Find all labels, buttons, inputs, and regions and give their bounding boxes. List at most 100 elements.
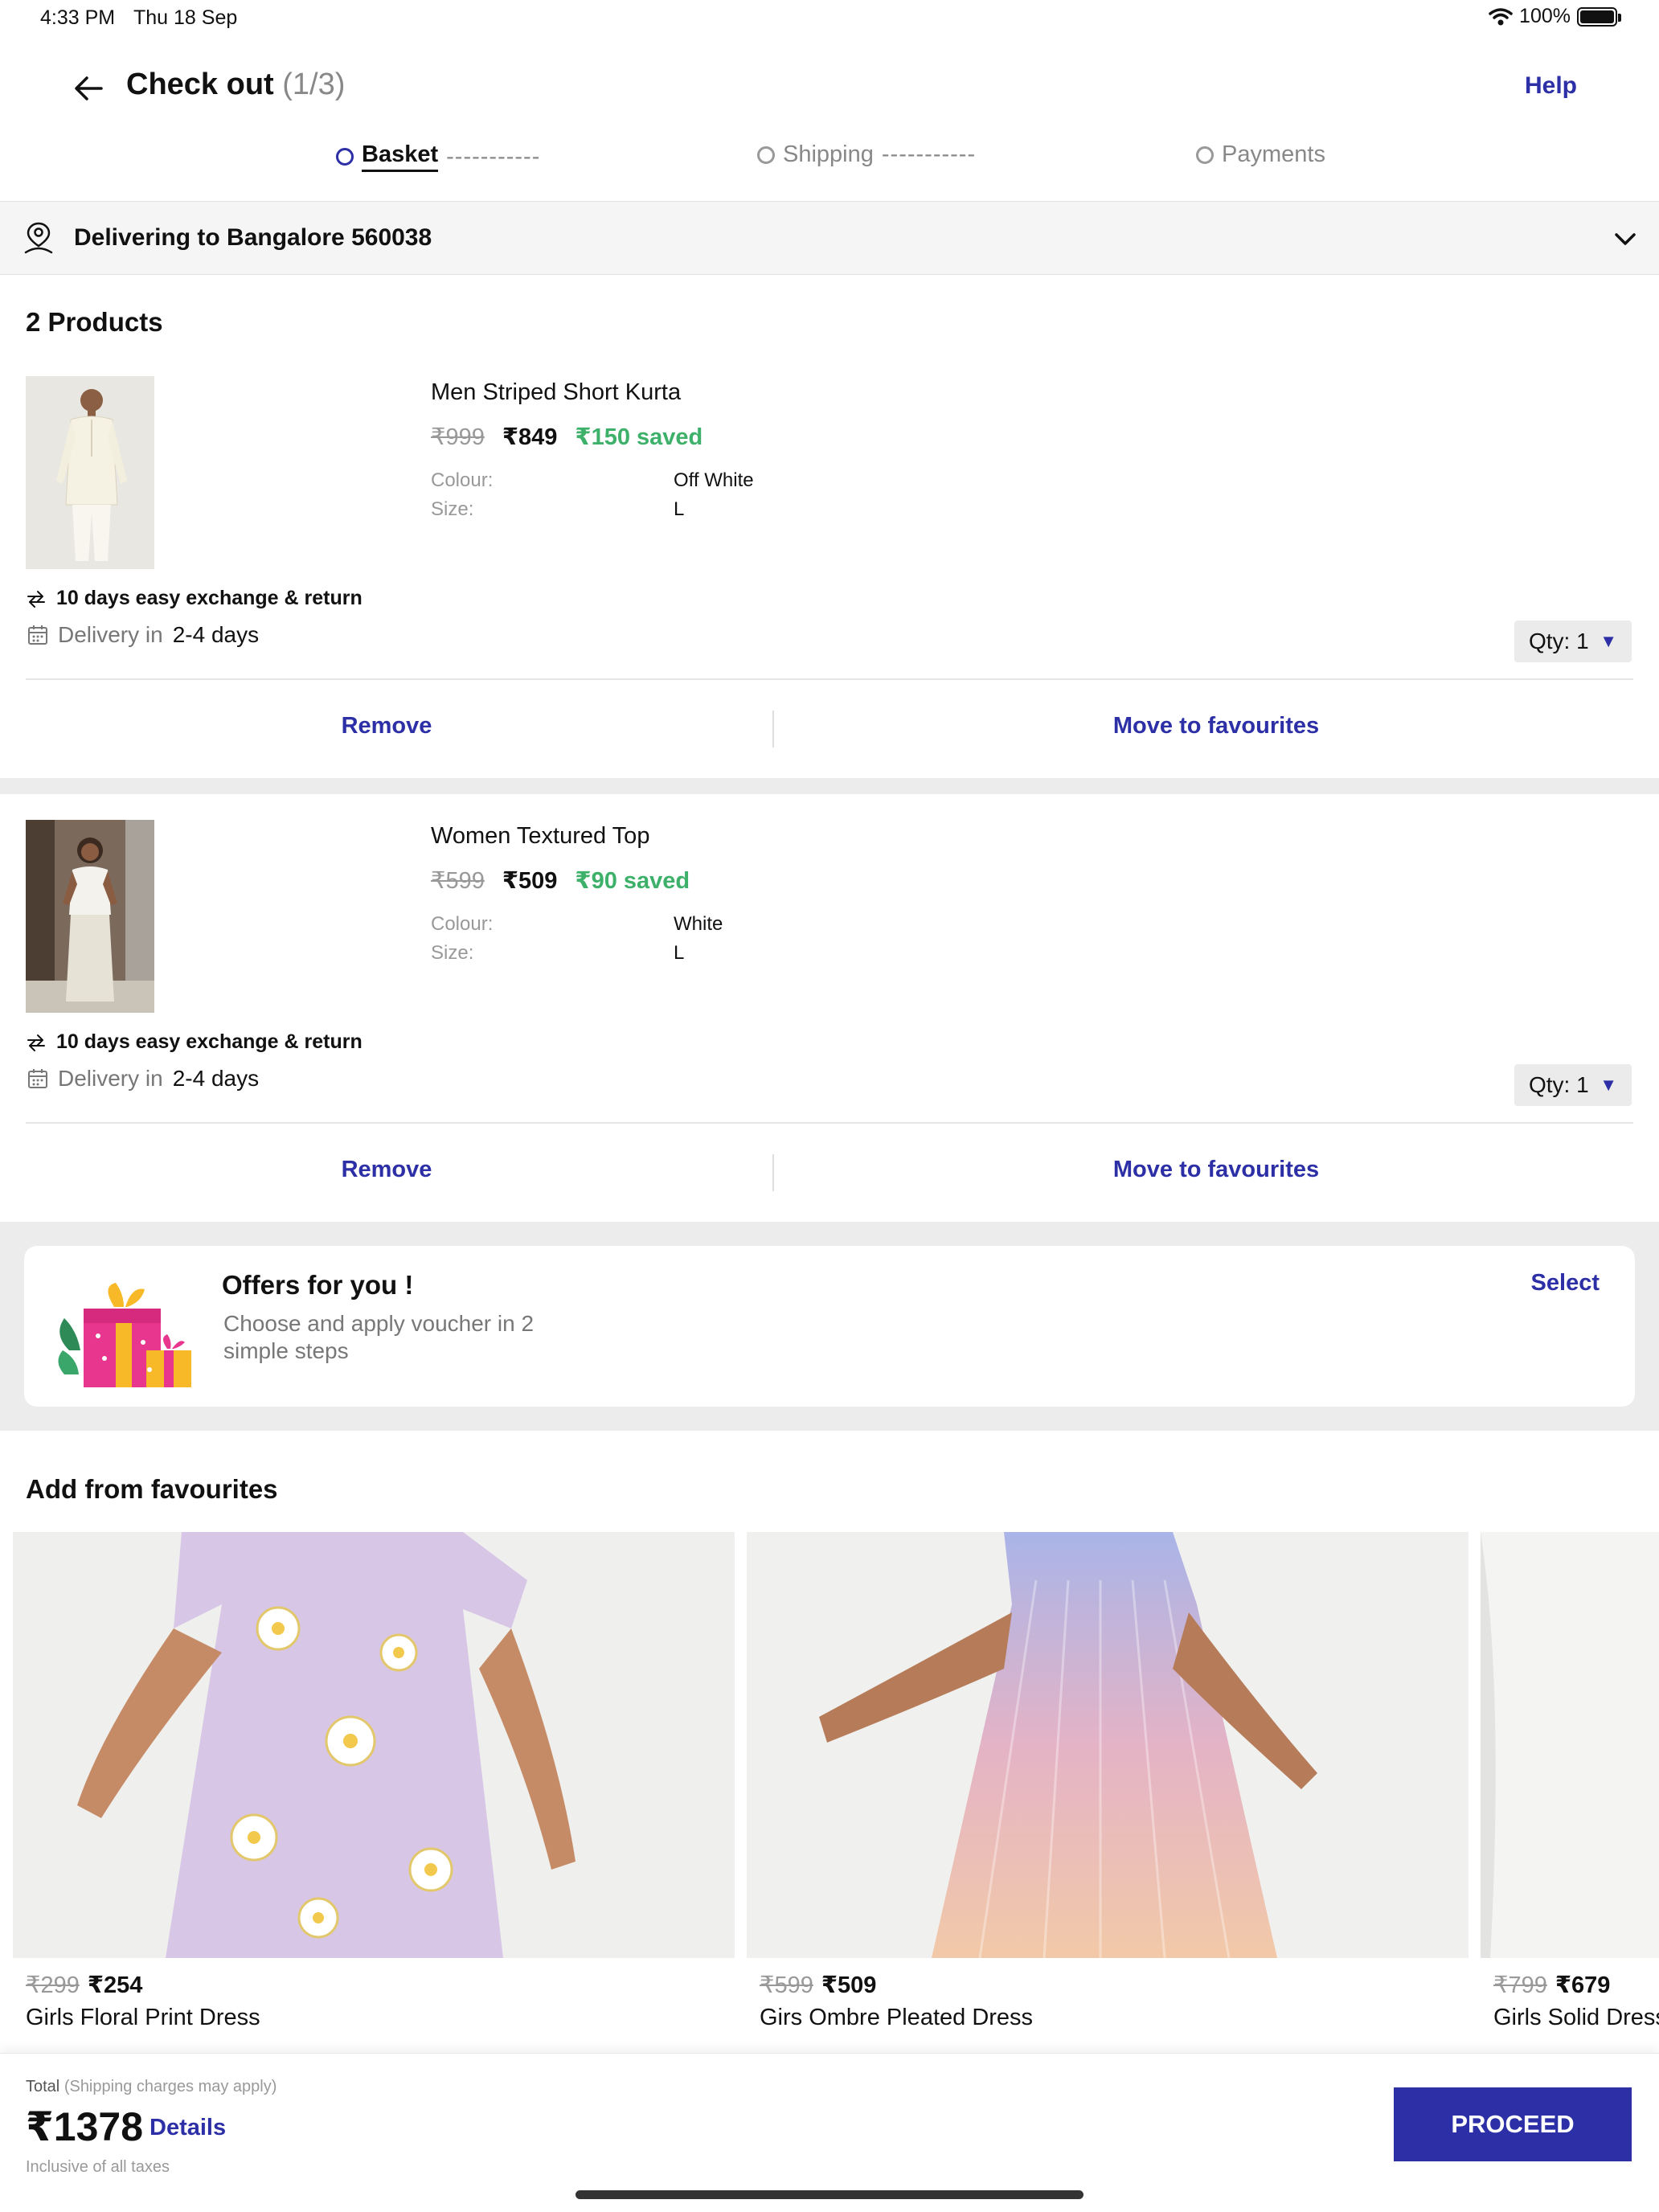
- price-original: ₹299: [26, 1972, 80, 1998]
- favourite-product-card[interactable]: ₹599 ₹509 Girs Ombre Pleated Dress: [747, 1532, 1469, 2030]
- basket-item: Men Striped Short Kurta ₹999 ₹849 ₹150 s…: [0, 376, 1659, 794]
- price-original: ₹799: [1493, 1972, 1547, 1998]
- price-current: ₹849: [502, 424, 558, 450]
- step-ring-icon: [1196, 145, 1214, 164]
- colour-value: Off White: [674, 469, 754, 491]
- favourite-price-row: ₹299 ₹254: [26, 1971, 142, 1999]
- favourite-product-card[interactable]: ₹299 ₹254 Girls Floral Print Dress: [13, 1532, 735, 2030]
- status-bar: 4:33 PM Thu 18 Sep 100%: [0, 0, 1659, 39]
- page-title-text: Check out: [126, 68, 274, 101]
- location-pin-icon: [24, 222, 53, 254]
- favourite-product-image[interactable]: [13, 1532, 735, 1958]
- delivery-days-value: 2-4 days: [172, 1066, 260, 1091]
- size-label: Size:: [431, 498, 474, 520]
- move-to-favourites-button[interactable]: Move to favourites: [773, 680, 1659, 772]
- basket-item: Women Textured Top ₹599 ₹509 ₹90 saved C…: [0, 820, 1659, 1238]
- price-original: ₹999: [431, 424, 485, 450]
- favourite-price-row: ₹799 ₹679: [1493, 1971, 1610, 1999]
- move-to-favourites-button[interactable]: Move to favourites: [773, 1124, 1659, 1215]
- proceed-button[interactable]: PROCEED: [1394, 2087, 1632, 2161]
- calendar-icon: [28, 1069, 47, 1088]
- chevron-down-icon[interactable]: [1609, 223, 1641, 255]
- offers-card[interactable]: Offers for you ! Choose and apply vouche…: [24, 1246, 1635, 1407]
- product-image[interactable]: [26, 376, 154, 569]
- calendar-icon: [28, 625, 47, 645]
- favourite-product-name: Girs Ombre Pleated Dress: [760, 2005, 1034, 2030]
- battery-icon: [1577, 6, 1621, 27]
- price-saved: ₹150 saved: [575, 424, 703, 450]
- price-current: ₹509: [502, 868, 558, 894]
- step-label: Basket: [362, 141, 439, 172]
- step-label: Payments: [1222, 141, 1325, 167]
- back-button[interactable]: [68, 68, 109, 109]
- exchange-text: 10 days easy exchange & return: [56, 587, 363, 609]
- price-row: ₹999 ₹849 ₹150 saved: [431, 423, 703, 451]
- delivery-location-text: Delivering to Bangalore 560038: [74, 224, 432, 251]
- delivery-estimate: Delivery in 2-4 days: [27, 1066, 259, 1092]
- offers-title: Offers for you !: [222, 1270, 414, 1300]
- price-current: ₹679: [1555, 1972, 1611, 1998]
- checkout-footer: Total (Shipping charges may apply) ₹1378…: [0, 2053, 1659, 2212]
- products-count: 2 Products: [26, 307, 163, 337]
- ombre-dress-photo: [747, 1532, 1469, 1958]
- step-basket[interactable]: Basket -----------: [336, 141, 540, 172]
- offers-select-link[interactable]: Select: [1531, 1270, 1600, 1296]
- floral-dress-photo: [13, 1532, 735, 1958]
- favourite-product-name: Girls Solid Dress: [1493, 2005, 1659, 2030]
- step-connector: -----------: [446, 143, 541, 170]
- exchange-arrows-icon: [27, 590, 45, 608]
- exchange-text: 10 days easy exchange & return: [56, 1030, 363, 1053]
- product-image[interactable]: [26, 820, 154, 1013]
- colour-label: Colour:: [431, 469, 494, 491]
- battery-percent: 100%: [1519, 5, 1571, 27]
- top-photo: [26, 820, 154, 1013]
- delivery-prefix: Delivery in: [58, 622, 163, 647]
- exchange-info: 10 days easy exchange & return: [26, 1030, 363, 1054]
- step-ring-icon: [757, 145, 775, 164]
- step-shipping[interactable]: Shipping -----------: [757, 141, 976, 168]
- price-row: ₹599 ₹509 ₹90 saved: [431, 866, 690, 895]
- favourite-product-card[interactable]: ₹799 ₹679 Girls Solid Dress: [1481, 1532, 1659, 2030]
- home-indicator[interactable]: [576, 2190, 1083, 2199]
- total-amount: ₹1378: [26, 2104, 144, 2149]
- remove-button[interactable]: Remove: [0, 680, 773, 772]
- help-link[interactable]: Help: [1525, 72, 1577, 100]
- section-separator: [0, 778, 1659, 794]
- quantity-select[interactable]: Qty: 1 ▼: [1514, 621, 1632, 662]
- favourite-product-image[interactable]: [747, 1532, 1469, 1958]
- delivery-estimate: Delivery in 2-4 days: [27, 622, 259, 648]
- favourites-title: Add from favourites: [26, 1474, 278, 1504]
- status-date: Thu 18 Sep: [133, 6, 238, 29]
- gift-boxes-icon: [58, 1283, 191, 1387]
- exchange-arrows-icon: [27, 1034, 45, 1051]
- colour-label: Colour:: [431, 913, 494, 935]
- size-value: L: [674, 498, 685, 520]
- page-step-indicator: (1/3): [282, 68, 346, 101]
- favourite-product-image[interactable]: [1481, 1532, 1659, 1958]
- tax-note: Inclusive of all taxes: [26, 2158, 170, 2176]
- quantity-value: Qty: 1: [1529, 629, 1589, 653]
- quantity-select[interactable]: Qty: 1 ▼: [1514, 1064, 1632, 1106]
- status-indicators: 100%: [1489, 5, 1621, 28]
- page-title: Check out (1/3): [126, 68, 345, 102]
- price-current: ₹254: [87, 1972, 143, 1998]
- product-name[interactable]: Women Textured Top: [431, 823, 649, 850]
- product-name[interactable]: Men Striped Short Kurta: [431, 379, 681, 406]
- total-label: Total (Shipping charges may apply): [26, 2078, 276, 2096]
- wifi-icon: [1489, 7, 1513, 25]
- step-connector: -----------: [881, 141, 977, 167]
- kurta-photo: [26, 376, 154, 569]
- remove-button[interactable]: Remove: [0, 1124, 773, 1215]
- size-value: L: [674, 942, 685, 964]
- offers-subtitle: Choose and apply voucher in 2 simple ste…: [223, 1311, 535, 1363]
- price-details-link[interactable]: Details: [150, 2115, 226, 2141]
- step-payments[interactable]: Payments: [1196, 141, 1325, 168]
- favourite-price-row: ₹599 ₹509: [760, 1971, 876, 1999]
- size-label: Size:: [431, 942, 474, 964]
- price-original: ₹599: [760, 1972, 813, 1998]
- delivery-location-bar[interactable]: Delivering to Bangalore 560038: [0, 201, 1659, 275]
- dropdown-triangle-icon: ▼: [1600, 1075, 1617, 1095]
- solid-dress-photo: [1481, 1532, 1659, 1958]
- delivery-days-value: 2-4 days: [172, 622, 260, 647]
- price-original: ₹599: [431, 868, 485, 894]
